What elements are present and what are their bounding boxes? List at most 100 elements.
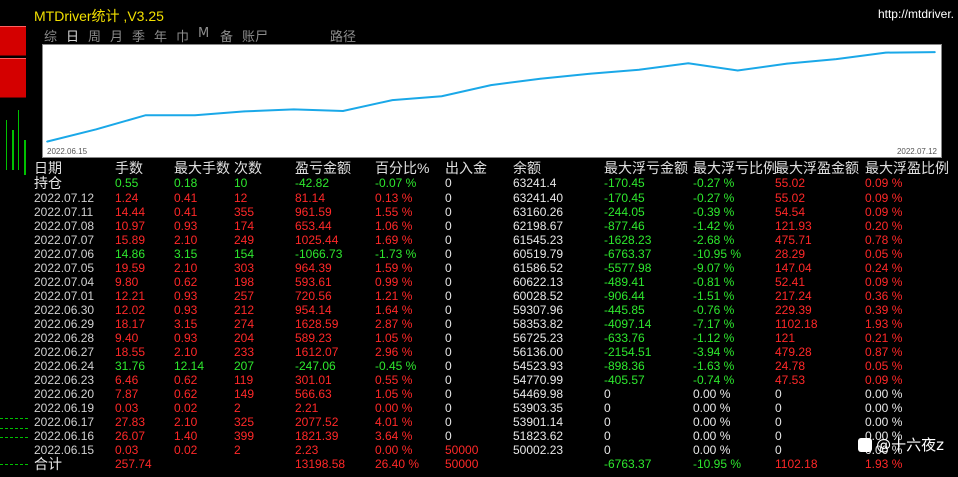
column-header[interactable]: 出入金	[445, 160, 487, 176]
table-cell: 54770.99	[513, 373, 564, 387]
table-row[interactable]: 2022.07.11 14.44 0.41 355 961.59 1.55 % 0 63160…	[30, 205, 958, 219]
red-side-button-2[interactable]	[0, 58, 26, 98]
table-cell: 9.40	[115, 331, 139, 345]
table-row[interactable]: 2022.06.15 0.03 0.02 2 2.23 0.00 % 50000 50002.…	[30, 443, 958, 457]
table-cell: 63241.4	[513, 176, 557, 190]
price-candle	[6, 120, 7, 170]
table-cell: -7.17 %	[693, 317, 735, 331]
table-row[interactable]: 合计 257.74 13198.58 26.40 % 50000 -6763.37 -10.…	[30, 457, 958, 471]
table-cell: -1.42 %	[693, 219, 735, 233]
column-header[interactable]: 最大浮亏金额	[604, 160, 688, 176]
tab-3[interactable]: 月	[110, 26, 123, 45]
equity-point	[884, 51, 887, 54]
column-header[interactable]: 日期	[34, 160, 62, 176]
table-cell: -898.36	[604, 359, 645, 373]
table-cell: 1.24	[115, 191, 139, 205]
tab-5[interactable]: 年	[154, 26, 167, 45]
table-row[interactable]: 2022.06.20 7.87 0.62 149 566.63 1.05 % 0 54469.…	[30, 387, 958, 401]
tab-2[interactable]: 周	[88, 26, 101, 45]
chart-start-date: 2022.06.15	[47, 147, 88, 156]
tab-9[interactable]: 账尸	[242, 26, 268, 45]
table-row[interactable]: 2022.06.28 9.40 0.93 204 589.23 1.05 % 0 56725.…	[30, 331, 958, 345]
column-header[interactable]: 最大浮盈金额	[775, 160, 859, 176]
table-cell: 1.06 %	[375, 219, 413, 233]
table-cell: 55.02	[775, 176, 806, 190]
table-cell: 0	[445, 289, 452, 303]
red-side-button-1[interactable]	[0, 26, 26, 56]
table-row[interactable]: 2022.07.05 19.59 2.10 303 964.39 1.59 % 0 61586…	[30, 261, 958, 275]
tab-10[interactable]: 路径	[330, 26, 356, 45]
table-row[interactable]: 2022.06.16 26.07 1.40 399 1821.39 3.64 % 0 5182…	[30, 429, 958, 443]
table-cell: 47.53	[775, 373, 806, 387]
table-row[interactable]: 持仓 0.55 0.18 10 -42.82 -0.07 % 0 63241.4 -170.45…	[30, 176, 958, 190]
tab-0[interactable]: 综	[44, 26, 57, 45]
column-header[interactable]: 余额	[513, 160, 541, 176]
table-row[interactable]: 2022.07.01 12.21 0.93 257 720.56 1.21 % 0 60028…	[30, 289, 958, 303]
app-url-link[interactable]: http://mtdriver.	[878, 7, 954, 21]
table-cell: 0.00 %	[865, 387, 903, 401]
table-row[interactable]: 2022.06.17 27.83 2.10 325 2077.52 4.01 % 0 5390…	[30, 415, 958, 429]
tab-8[interactable]: 备	[220, 26, 233, 45]
table-cell: 4.01 %	[375, 415, 413, 429]
table-cell: 212	[234, 303, 255, 317]
table-row[interactable]: 2022.07.12 1.24 0.41 12 81.14 0.13 % 0 63241.40…	[30, 191, 958, 205]
table-row[interactable]: 2022.06.24 31.76 12.14 207 -247.06 -0.45 % 0 54…	[30, 359, 958, 373]
table-cell: 0.41	[174, 205, 198, 219]
table-cell: 持仓	[34, 175, 62, 191]
table-row[interactable]: 2022.06.23 6.46 0.62 119 301.01 0.55 % 0 54770.…	[30, 373, 958, 387]
table-cell: 0.05 %	[865, 247, 903, 261]
table-row[interactable]: 2022.06.27 18.55 2.10 233 1612.07 2.96 % 0 5613…	[30, 345, 958, 359]
table-cell: 0.21 %	[865, 331, 903, 345]
column-header[interactable]: 次数	[234, 160, 262, 176]
tab-6[interactable]: 巾	[176, 26, 189, 45]
table-cell: -6763.37	[604, 247, 652, 261]
table-cell: 60519.79	[513, 247, 564, 261]
table-row[interactable]: 2022.07.08 10.97 0.93 174 653.44 1.06 % 0 62198…	[30, 219, 958, 233]
table-cell: 2.21	[295, 401, 319, 415]
table-cell: 0.00 %	[693, 429, 731, 443]
column-header[interactable]: 最大浮盈比例	[865, 160, 949, 176]
tab-7[interactable]: M	[198, 26, 209, 41]
table-cell: 9.80	[115, 275, 139, 289]
column-header[interactable]: 最大浮亏比例	[693, 160, 777, 176]
table-cell: 0.99 %	[375, 275, 413, 289]
table-cell: 59307.96	[513, 303, 564, 317]
table-cell: 0.09 %	[865, 275, 903, 289]
table-row[interactable]: 2022.07.04 9.80 0.62 198 593.61 0.99 % 0 60622.…	[30, 275, 958, 289]
table-cell: 249	[234, 233, 255, 247]
table-cell: 12.21	[115, 289, 146, 303]
equity-point	[46, 140, 48, 143]
column-header[interactable]: 百分比%	[375, 160, 429, 176]
table-row[interactable]: 2022.06.19 0.03 0.02 2 2.21 0.00 % 0 53903.35 0 0…	[30, 401, 958, 415]
table-cell: 2022.07.05	[34, 261, 95, 275]
table-cell: 2022.07.08	[34, 219, 95, 233]
table-cell: -244.05	[604, 205, 645, 219]
table-cell: 2022.06.16	[34, 429, 95, 443]
tab-4[interactable]: 季	[132, 26, 145, 45]
column-header[interactable]: 盈亏金额	[295, 160, 351, 176]
table-cell: 479.28	[775, 345, 812, 359]
table-cell: 0.78 %	[865, 233, 903, 247]
table-cell: 0	[445, 233, 452, 247]
table-cell: -633.76	[604, 331, 645, 345]
table-cell: 10	[234, 176, 248, 190]
table-cell: 2077.52	[295, 415, 339, 429]
column-header[interactable]: 最大手数	[174, 160, 230, 176]
table-cell: -170.45	[604, 191, 645, 205]
table-cell: 2.23	[295, 443, 319, 457]
table-cell: 0.00 %	[693, 401, 731, 415]
equity-point	[588, 73, 591, 75]
equity-point	[687, 62, 690, 65]
table-row[interactable]: 2022.06.30 12.02 0.93 212 954.14 1.64 % 0 59307…	[30, 303, 958, 317]
table-cell: 63241.40	[513, 191, 564, 205]
table-cell: 257.74	[115, 457, 152, 471]
table-cell: 56725.23	[513, 331, 564, 345]
table-row[interactable]: 2022.07.06 14.86 3.15 154 -1066.73 -1.73 % 0 60…	[30, 247, 958, 261]
table-cell: 2022.07.12	[34, 191, 95, 205]
tab-1[interactable]: 日	[66, 26, 79, 45]
table-cell: 303	[234, 261, 255, 275]
table-row[interactable]: 2022.07.07 15.89 2.10 249 1025.44 1.69 % 0 6154…	[30, 233, 958, 247]
table-row[interactable]: 2022.06.29 18.17 3.15 274 1628.59 2.87 % 0 5835…	[30, 317, 958, 331]
column-header[interactable]: 手数	[115, 160, 143, 176]
table-cell: -0.76 %	[693, 303, 735, 317]
